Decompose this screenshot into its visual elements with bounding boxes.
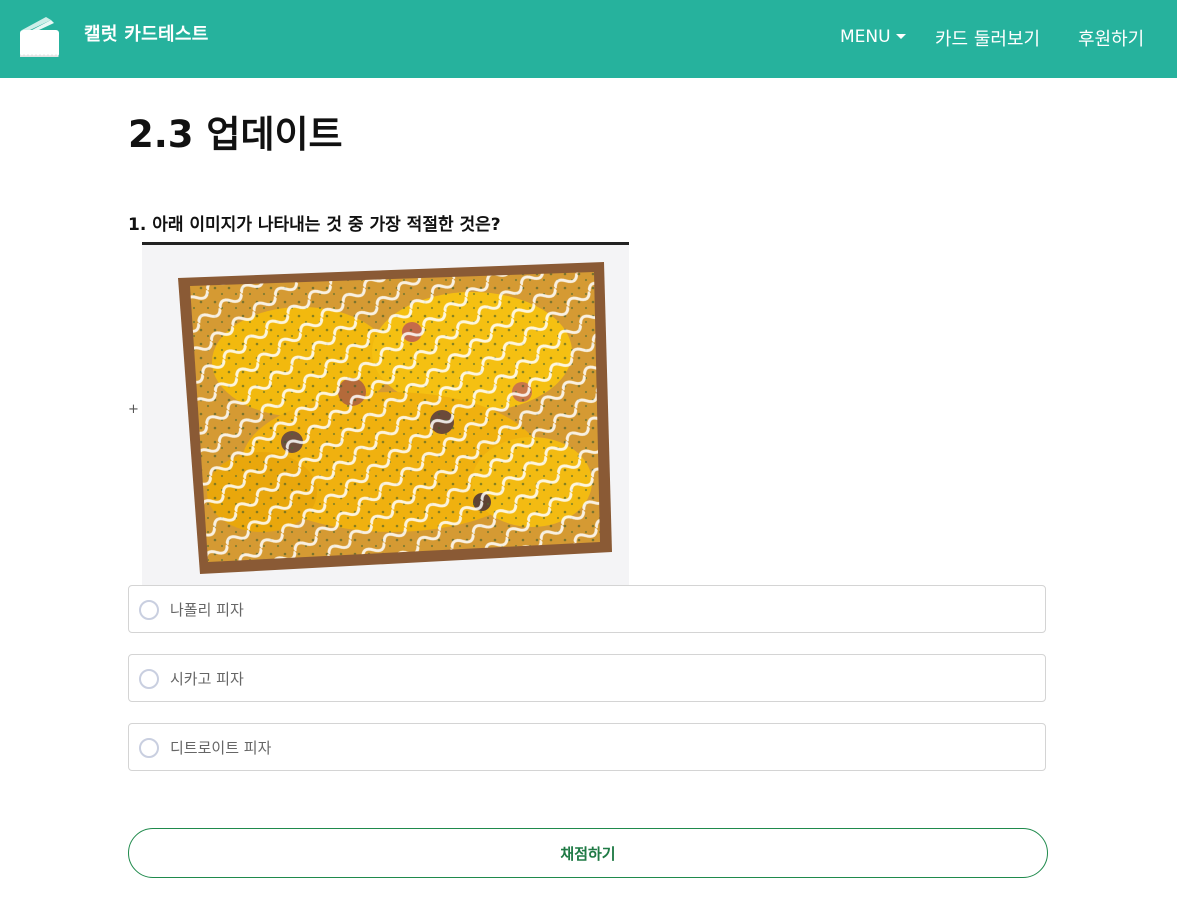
answer-option-label: 시카고 피자 (170, 670, 244, 688)
menu-label: MENU (840, 27, 891, 47)
card-logo-icon[interactable] (18, 16, 62, 60)
radio-button[interactable] (139, 669, 159, 689)
nav-link-browse-cards[interactable]: 카드 둘러보기 (935, 25, 1040, 51)
brand-title[interactable]: 캘럿 카드테스트 (84, 20, 209, 46)
answer-option[interactable]: 디트로이트 피자 (128, 723, 1046, 771)
answer-option-label: 나폴리 피자 (170, 601, 244, 619)
answer-option-label: 디트로이트 피자 (170, 739, 272, 757)
plus-marker: + (128, 402, 139, 417)
radio-button[interactable] (139, 600, 159, 620)
top-navbar: 캘럿 카드테스트 MENU 카드 둘러보기 후원하기 (0, 0, 1177, 78)
grade-button[interactable]: 채점하기 (128, 828, 1048, 878)
answer-option[interactable]: 시카고 피자 (128, 654, 1046, 702)
page-title: 2.3 업데이트 (128, 113, 343, 156)
menu-dropdown[interactable]: MENU (840, 27, 906, 47)
nav-link-sponsor[interactable]: 후원하기 (1078, 25, 1144, 51)
question-text: 1. 아래 이미지가 나타내는 것 중 가장 적절한 것은? (128, 215, 501, 235)
pizza-image (142, 242, 629, 585)
answer-option[interactable]: 나폴리 피자 (128, 585, 1046, 633)
caret-down-icon (895, 34, 906, 39)
radio-button[interactable] (139, 738, 159, 758)
